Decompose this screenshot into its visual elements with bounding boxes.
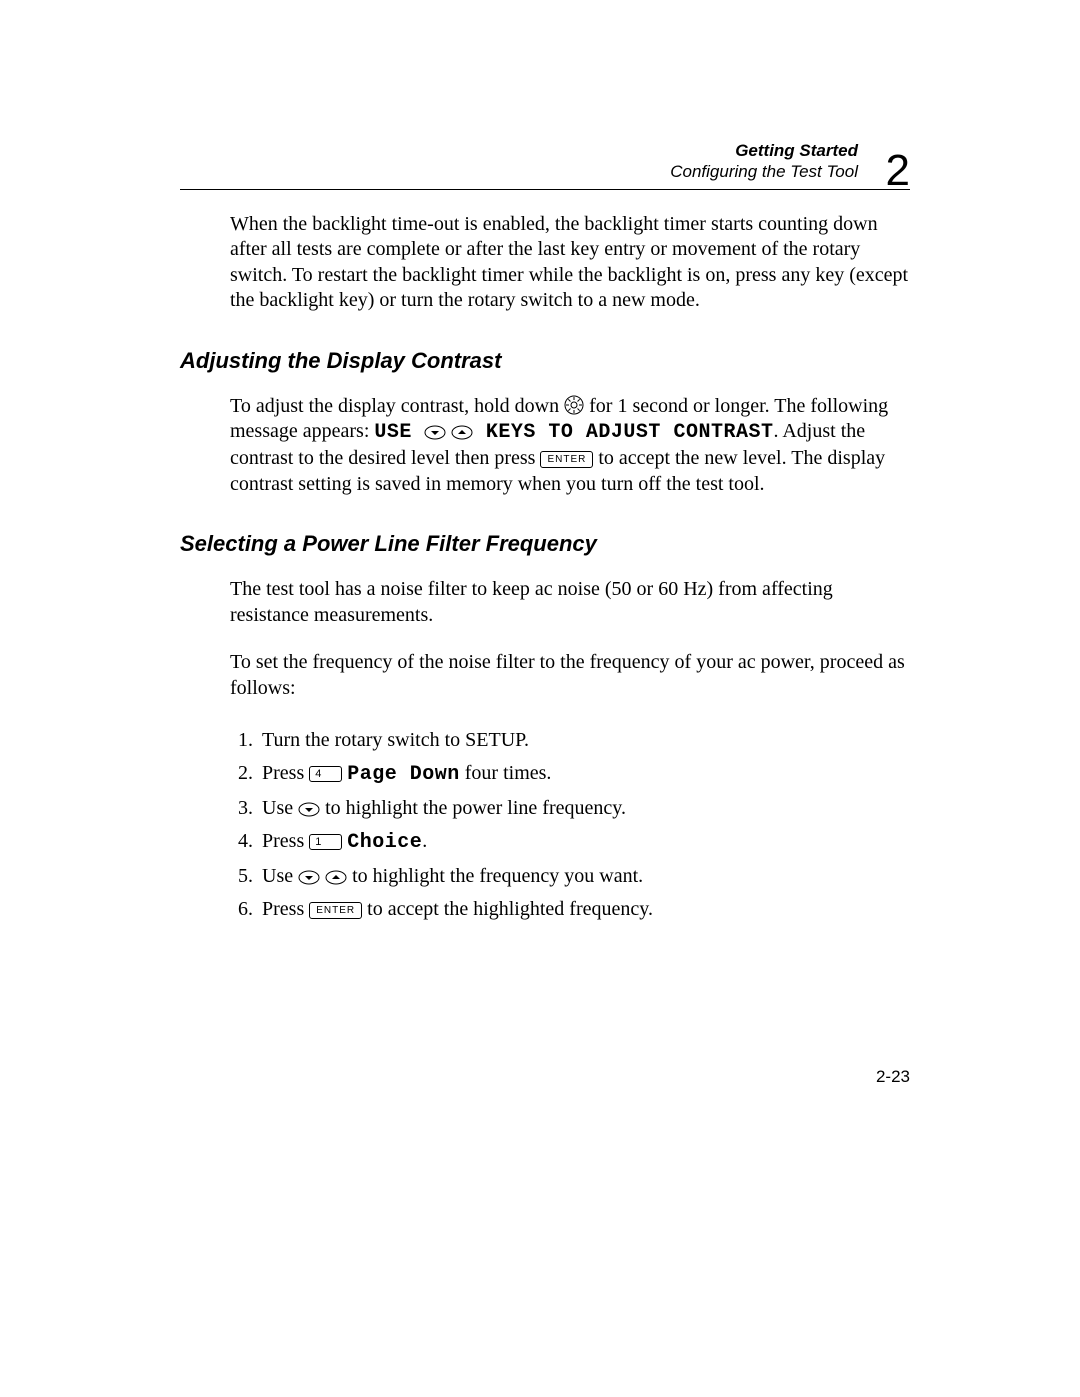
softkey-label: Choice — [347, 831, 422, 854]
page-content: Getting Started Configuring the Test Too… — [0, 0, 1080, 925]
chapter-number: 2 — [886, 149, 910, 193]
enter-key-icon: ENTER — [540, 451, 593, 468]
down-arrow-icon — [424, 425, 446, 440]
page-number: 2-23 — [876, 1067, 910, 1087]
down-arrow-icon — [298, 802, 320, 817]
text: Press — [262, 762, 309, 784]
text: To adjust the display contrast, hold dow… — [230, 395, 564, 417]
key-4-icon: 4 — [309, 766, 342, 782]
softkey-label: Page Down — [347, 763, 460, 786]
up-arrow-icon — [325, 870, 347, 885]
text: to highlight the power line frequency. — [320, 797, 626, 819]
display-message-use: USE — [374, 421, 424, 444]
step-1: Turn the rotary switch to SETUP. — [258, 724, 910, 756]
filter-paragraph-1: The test tool has a noise filter to keep… — [230, 577, 910, 628]
display-message-keys: KEYS TO ADJUST CONTRAST — [473, 421, 773, 444]
header-text: Getting Started Configuring the Test Too… — [180, 140, 910, 183]
text: Press — [262, 830, 309, 852]
chapter-title: Getting Started — [735, 141, 858, 160]
step-4: Press 1 Choice. — [258, 825, 910, 859]
up-arrow-icon — [451, 425, 473, 440]
filter-paragraph-2: To set the frequency of the noise filter… — [230, 650, 910, 701]
steps-list: Turn the rotary switch to SETUP. Press 4… — [230, 724, 910, 925]
enter-key-icon: ENTER — [309, 902, 362, 919]
heading-power-line-filter: Selecting a Power Line Filter Frequency — [180, 531, 910, 557]
text: Press — [262, 898, 309, 920]
text: . — [422, 830, 427, 852]
key-1-icon: 1 — [309, 834, 342, 850]
step-5: Use to highlight the frequency you want. — [258, 860, 910, 892]
step-6: Press ENTER to accept the highlighted fr… — [258, 893, 910, 925]
intro-paragraph: When the backlight time-out is enabled, … — [230, 212, 910, 314]
text: to accept the highlighted frequency. — [362, 898, 653, 920]
section-title: Configuring the Test Tool — [670, 162, 858, 181]
text: four times. — [460, 762, 552, 784]
text: to highlight the frequency you want. — [347, 865, 643, 887]
text: Use — [262, 797, 298, 819]
step-2: Press 4 Page Down four times. — [258, 757, 910, 791]
text: Use — [262, 865, 298, 887]
page-header: Getting Started Configuring the Test Too… — [180, 140, 910, 190]
down-arrow-icon — [298, 870, 320, 885]
backlight-key-icon — [564, 395, 584, 415]
contrast-paragraph: To adjust the display contrast, hold dow… — [230, 394, 910, 497]
step-3: Use to highlight the power line frequenc… — [258, 792, 910, 824]
heading-adjusting-contrast: Adjusting the Display Contrast — [180, 348, 910, 374]
